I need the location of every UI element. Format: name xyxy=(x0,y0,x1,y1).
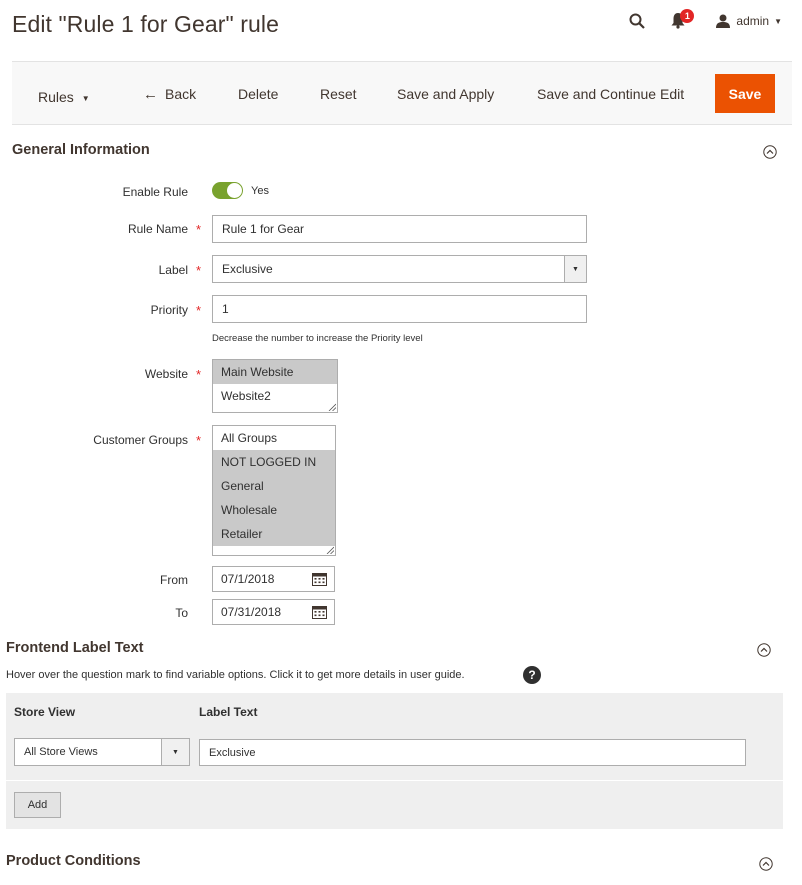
website-multiselect[interactable]: Main Website Website2 xyxy=(212,359,338,413)
priority-input[interactable]: 1 xyxy=(212,295,587,323)
delete-button[interactable]: Delete xyxy=(238,62,278,126)
page-actions-toolbar: Rules ▼ ← Back Delete Reset Save and App… xyxy=(12,61,792,125)
resize-handle-icon[interactable] xyxy=(326,546,334,554)
save-and-continue-button[interactable]: Save and Continue Edit xyxy=(537,62,684,126)
reset-button[interactable]: Reset xyxy=(320,62,357,126)
to-label: To xyxy=(175,606,188,620)
store-view-column-header: Store View xyxy=(14,705,76,719)
collapse-icon[interactable] xyxy=(757,643,771,657)
chevron-down-icon: ▼ xyxy=(161,739,189,765)
notifications-count-badge: 1 xyxy=(680,9,695,23)
website-option[interactable]: Main Website xyxy=(213,360,337,384)
customer-groups-multiselect[interactable]: All Groups NOT LOGGED IN General Wholesa… xyxy=(212,425,336,556)
priority-label: Priority xyxy=(150,303,188,317)
chevron-down-icon: ▼ xyxy=(774,16,782,26)
arrow-left-icon: ← xyxy=(143,85,158,103)
store-view-select-value: All Store Views xyxy=(24,746,98,758)
store-view-select[interactable]: All Store Views ▼ xyxy=(14,738,190,766)
required-asterisk: * xyxy=(196,222,202,237)
label-field-label: Label xyxy=(158,263,188,277)
notifications-button[interactable]: 1 xyxy=(670,9,695,30)
chevron-down-icon: ▼ xyxy=(564,256,586,282)
frontend-label-text-title[interactable]: Frontend Label Text xyxy=(6,640,144,656)
to-date-input[interactable]: 07/31/2018 xyxy=(212,599,335,625)
divider xyxy=(6,780,783,781)
page-title: Edit "Rule 1 for Gear" rule xyxy=(12,11,280,37)
from-date-value: 07/1/2018 xyxy=(221,572,275,586)
back-button-label: Back xyxy=(165,86,197,102)
collapse-icon[interactable] xyxy=(763,145,777,159)
collapse-icon[interactable] xyxy=(759,857,773,871)
enable-rule-value: Yes xyxy=(251,185,269,197)
search-icon[interactable] xyxy=(628,12,646,30)
enable-rule-label: Enable Rule xyxy=(122,185,188,199)
customer-group-option[interactable]: NOT LOGGED IN xyxy=(213,450,335,474)
from-label: From xyxy=(160,573,188,587)
resize-handle-icon[interactable] xyxy=(328,403,336,411)
question-mark-icon[interactable]: ? xyxy=(523,666,541,684)
user-icon xyxy=(716,14,731,28)
customer-group-option[interactable]: Retailer xyxy=(213,522,335,546)
rule-name-input[interactable]: Rule 1 for Gear xyxy=(212,215,587,243)
general-information-title[interactable]: General Information xyxy=(12,142,150,158)
back-button[interactable]: ← Back xyxy=(143,62,196,126)
product-conditions-title[interactable]: Product Conditions xyxy=(6,853,141,869)
to-date-value: 07/31/2018 xyxy=(221,605,282,619)
label-select-value: Exclusive xyxy=(222,262,273,276)
rule-name-label: Rule Name xyxy=(127,222,188,236)
required-asterisk: * xyxy=(196,263,202,278)
add-button[interactable]: Add xyxy=(14,792,61,818)
user-menu[interactable]: admin ▼ xyxy=(716,14,782,28)
label-text-input[interactable]: Exclusive xyxy=(199,739,746,766)
required-asterisk: * xyxy=(196,433,202,448)
rules-dropdown[interactable]: Rules ▼ xyxy=(38,65,90,129)
customer-groups-label: Customer Groups xyxy=(93,433,188,447)
rules-dropdown-label: Rules xyxy=(38,89,74,105)
required-asterisk: * xyxy=(196,367,202,382)
toggle-knob xyxy=(227,183,242,198)
customer-group-option[interactable]: General xyxy=(213,474,335,498)
website-label: Website xyxy=(144,367,188,381)
header-actions: 1 admin ▼ xyxy=(628,9,782,32)
website-option[interactable]: Website2 xyxy=(213,384,337,408)
label-text-table: Store View Label Text All Store Views ▼ … xyxy=(6,693,783,829)
label-text-column-header: Label Text xyxy=(199,705,258,719)
calendar-icon[interactable] xyxy=(312,605,327,619)
required-asterisk: * xyxy=(196,303,202,318)
save-and-apply-button[interactable]: Save and Apply xyxy=(397,62,494,126)
user-name: admin xyxy=(736,14,770,28)
variable-options-hint: Hover over the question mark to find var… xyxy=(6,669,465,681)
calendar-icon[interactable] xyxy=(312,572,327,586)
save-button[interactable]: Save xyxy=(715,74,775,113)
from-date-input[interactable]: 07/1/2018 xyxy=(212,566,335,592)
customer-group-option[interactable]: All Groups xyxy=(213,426,335,450)
label-select[interactable]: Exclusive ▼ xyxy=(212,255,587,283)
chevron-down-icon: ▼ xyxy=(81,93,90,103)
enable-rule-toggle[interactable] xyxy=(212,182,243,199)
priority-note: Decrease the number to increase the Prio… xyxy=(212,333,423,344)
customer-group-option[interactable]: Wholesale xyxy=(213,498,335,522)
